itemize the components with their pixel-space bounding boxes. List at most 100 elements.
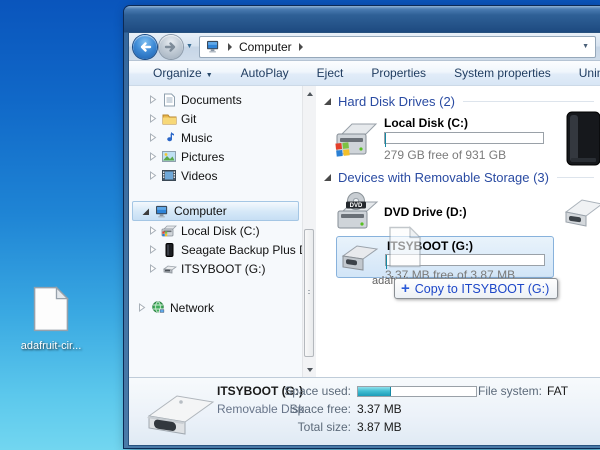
sidebar-item-seagate[interactable]: Seagate Backup Plus Drive (129, 240, 302, 259)
sidebar-label: Local Disk (C:) (181, 224, 260, 238)
sidebar-item-git[interactable]: Git (129, 109, 302, 128)
file-system-label: File system: (478, 384, 542, 398)
collapsed-expander-icon[interactable] (146, 245, 160, 254)
sidebar-item-pictures[interactable]: Pictures (129, 147, 302, 166)
autoplay-button[interactable]: AutoPlay (227, 63, 303, 83)
group-collapse-icon[interactable] (324, 98, 331, 105)
collapsed-expander-icon[interactable] (146, 114, 160, 123)
scrollbar-grip (308, 290, 310, 296)
expanded-expander-icon[interactable] (139, 207, 153, 216)
scroll-down-button[interactable] (303, 362, 316, 377)
sidebar-item-videos[interactable]: Videos (129, 166, 302, 185)
address-dropdown-icon[interactable]: ▼ (582, 43, 589, 50)
collapsed-expander-icon[interactable] (146, 264, 160, 273)
sidebar-scrollbar[interactable] (302, 86, 316, 377)
content-area: Documents Git Music (129, 86, 600, 377)
sidebar-label: Music (181, 131, 212, 145)
removable-drive-icon (160, 264, 178, 274)
forward-button[interactable] (159, 35, 183, 59)
music-icon (160, 131, 178, 144)
dvd-drive-icon: DVD (334, 192, 380, 232)
collapsed-expander-icon[interactable] (135, 303, 149, 312)
recent-pages-chevron[interactable]: ▼ (186, 43, 193, 50)
collapsed-expander-icon[interactable] (146, 152, 160, 161)
total-size-value: 3.87 MB (357, 420, 402, 434)
sidebar-label: Git (181, 112, 196, 126)
removable-drive-icon-2[interactable] (560, 196, 600, 232)
group-header-removable[interactable]: Devices with Removable Storage (3) (324, 170, 594, 185)
desktop-file-adafruit[interactable]: adafruit-cir... (14, 286, 88, 352)
back-arrow-icon (138, 40, 152, 54)
itsyboot-drive-icon (339, 244, 379, 274)
sidebar-label: Pictures (181, 150, 224, 164)
back-button[interactable] (133, 35, 157, 59)
sidebar-item-local-disk[interactable]: Local Disk (C:) (129, 221, 302, 240)
file-system-value: FAT (547, 384, 568, 398)
documents-icon (160, 93, 178, 107)
sidebar-item-music[interactable]: Music (129, 128, 302, 147)
capacity-bar-fill (386, 255, 387, 269)
command-toolbar: Organize▼ AutoPlay Eject Properties Syst… (129, 61, 600, 86)
drive-free-space: 279 GB free of 931 GB (384, 148, 506, 162)
group-header-hard-disks[interactable]: Hard Disk Drives (2) (324, 94, 594, 109)
navigation-bar: ▼ Computer ▼ (129, 33, 600, 61)
eject-button[interactable]: Eject (303, 63, 358, 83)
desktop-file-label: adafruit-cir... (14, 340, 88, 352)
total-size-label: Total size: (269, 420, 351, 434)
capacity-bar-fill (385, 133, 386, 147)
address-bar[interactable]: Computer ▼ (199, 36, 596, 58)
organize-button[interactable]: Organize▼ (139, 63, 227, 83)
details-pane: ITSYBOOT (G:) Removable Disk Space used:… (129, 377, 600, 445)
sidebar-label: Computer (174, 204, 227, 218)
sidebar-label: Seagate Backup Plus Drive (181, 243, 302, 257)
sidebar-label: Documents (181, 93, 242, 107)
space-used-label: Space used: (269, 384, 351, 398)
drive-name: DVD Drive (D:) (384, 205, 467, 219)
drive-tile-dvd[interactable]: DVD DVD Drive (D:) (334, 192, 566, 234)
uninstall-button[interactable]: Uninstall or ch (565, 63, 600, 83)
screen: adafruit-cir... ▼ (0, 0, 600, 450)
capacity-bar (384, 132, 544, 144)
drive-tile-itsyboot[interactable]: ITSYBOOT (G:) 3.37 MB free of 3.87 MB (336, 236, 554, 278)
collapsed-expander-icon[interactable] (146, 171, 160, 180)
group-header-rule (463, 101, 594, 102)
breadcrumb-separator[interactable] (299, 43, 303, 51)
explorer-window: ▼ Computer ▼ (124, 6, 600, 448)
file-system-info: File system: FAT (478, 384, 568, 398)
space-used-bar (357, 386, 477, 397)
local-disk-icon (160, 225, 178, 237)
system-properties-button[interactable]: System properties (440, 63, 565, 83)
document-file-icon (32, 286, 70, 332)
drag-ghost-file-icon (388, 226, 422, 268)
seagate-drive-icon[interactable] (564, 110, 600, 168)
breadcrumb-computer[interactable]: Computer (239, 40, 292, 54)
drive-tile-local-disk[interactable]: Local Disk (C:) 279 GB free of 931 GB (334, 116, 566, 166)
navigation-pane: Documents Git Music (129, 86, 302, 377)
drag-copy-tooltip: + Copy to ITSYBOOT (G:) (394, 278, 558, 299)
sidebar-item-network[interactable]: Network (129, 298, 302, 317)
forward-arrow-icon (164, 40, 178, 54)
breadcrumb-separator (228, 43, 232, 51)
local-disk-drive-icon (334, 121, 378, 159)
group-title: Hard Disk Drives (2) (338, 94, 455, 109)
collapsed-expander-icon[interactable] (146, 95, 160, 104)
svg-text:DVD: DVD (350, 203, 363, 209)
scroll-down-icon (307, 368, 313, 372)
sidebar-item-itsyboot[interactable]: ITSYBOOT (G:) (129, 259, 302, 278)
network-icon (149, 301, 167, 314)
sidebar-item-documents[interactable]: Documents (129, 90, 302, 109)
group-title: Devices with Removable Storage (3) (338, 170, 549, 185)
computer-icon (206, 40, 221, 53)
sidebar-label: ITSYBOOT (G:) (181, 262, 265, 276)
videos-icon (160, 170, 178, 181)
space-free-label: Space free: (269, 402, 351, 416)
collapsed-expander-icon[interactable] (146, 133, 160, 142)
sidebar-label: Videos (181, 169, 217, 183)
sidebar-item-computer[interactable]: Computer (132, 201, 299, 221)
group-collapse-icon[interactable] (324, 174, 331, 181)
space-used-bar-fill (358, 387, 391, 396)
scroll-up-button[interactable] (303, 86, 316, 101)
scrollbar-thumb[interactable] (304, 229, 314, 357)
collapsed-expander-icon[interactable] (146, 226, 160, 235)
properties-button[interactable]: Properties (357, 63, 440, 83)
